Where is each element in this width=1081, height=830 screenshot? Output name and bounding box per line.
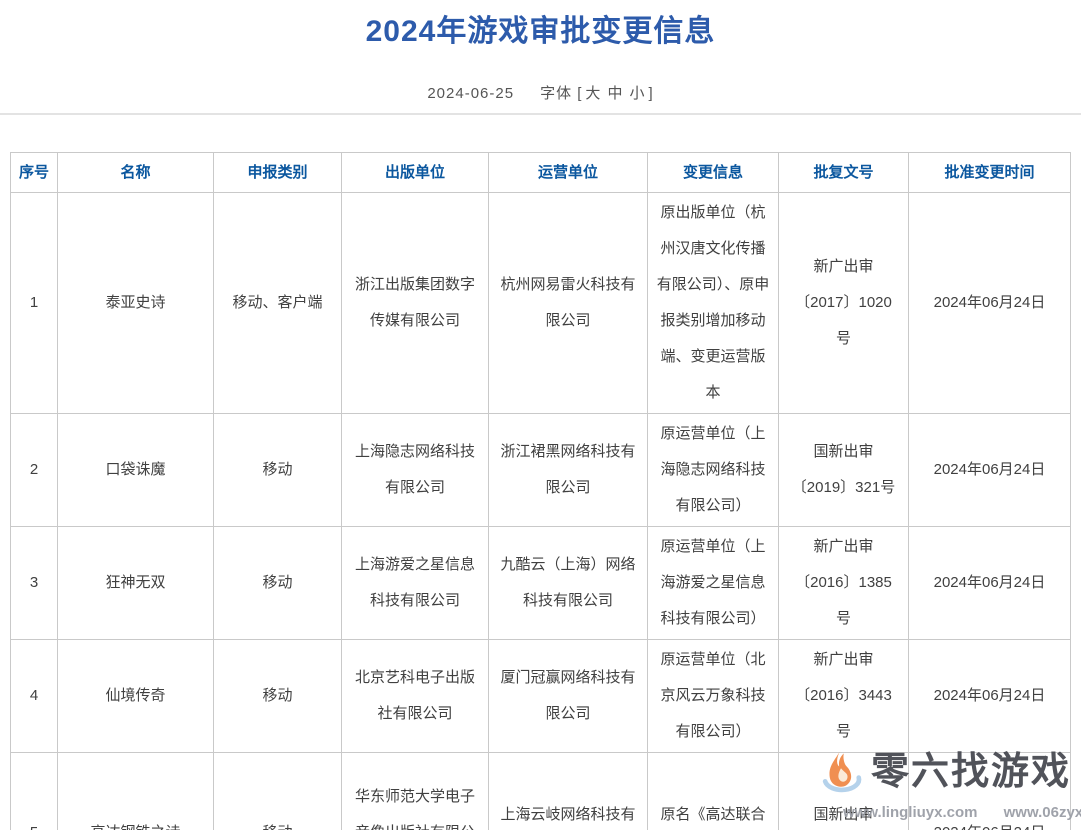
approval-table: 序号名称申报类别出版单位运营单位变更信息批复文号批准变更时间 1泰亚史诗移动、客… [10, 152, 1071, 830]
cell-approval-date: 2024年06月24日 [909, 640, 1071, 753]
page-title: 2024年游戏审批变更信息 [0, 6, 1081, 50]
cell-publisher: 北京艺科电子出版社有限公司 [342, 640, 489, 753]
cell-approval-number: 国新出审 〔2024〕273号 [779, 753, 909, 830]
font-size-option-2[interactable]: 中 [607, 85, 623, 102]
cell-name: 泰亚史诗 [58, 193, 214, 414]
cell-approval-number: 新广出审 〔2016〕1385 号 [779, 527, 909, 640]
cell-index: 2 [11, 414, 58, 527]
cell-publisher: 浙江出版集团数字传媒有限公司 [342, 193, 489, 414]
cell-index: 4 [11, 640, 58, 753]
table-row: 2口袋诛魔移动上海隐志网络科技有限公司浙江裙黑网络科技有限公司原运营单位（上海隐… [11, 414, 1071, 527]
cell-index: 1 [11, 193, 58, 414]
cell-name: 高达钢铁之诗 [58, 753, 214, 830]
cell-change-info: 原名《高达联合行动》 [648, 753, 779, 830]
cell-category: 移动、客户端 [214, 193, 342, 414]
cell-operator: 杭州网易雷火科技有限公司 [489, 193, 648, 414]
page-header: 2024年游戏审批变更信息 2024-06-25 字体 [大中小] [0, 0, 1081, 103]
cell-publisher: 华东师范大学电子音像出版社有限公司 [342, 753, 489, 830]
cell-category: 移动 [214, 527, 342, 640]
font-size-options: 大中小 [582, 85, 648, 102]
cell-approval-date: 2024年06月24日 [909, 753, 1071, 830]
cell-operator: 上海云岐网络科技有限公司 [489, 753, 648, 830]
cell-operator: 九酷云（上海）网络科技有限公司 [489, 527, 648, 640]
cell-approval-number: 新广出审 〔2016〕3443 号 [779, 640, 909, 753]
cell-name: 狂神无双 [58, 527, 214, 640]
cell-operator: 浙江裙黑网络科技有限公司 [489, 414, 648, 527]
cell-change-info: 原运营单位（上海游爱之星信息科技有限公司） [648, 527, 779, 640]
cell-approval-number: 新广出审 〔2017〕1020 号 [779, 193, 909, 414]
table-row: 5高达钢铁之诗移动华东师范大学电子音像出版社有限公司上海云岐网络科技有限公司原名… [11, 753, 1071, 830]
cell-publisher: 上海隐志网络科技有限公司 [342, 414, 489, 527]
font-size-option-3[interactable]: 小 [629, 85, 645, 102]
column-header-name: 名称 [58, 153, 214, 193]
font-size-bracket-close: ] [648, 85, 653, 102]
font-size-label: 字体 [ [540, 85, 582, 102]
column-header-category: 申报类别 [214, 153, 342, 193]
column-header-approval-number: 批复文号 [779, 153, 909, 193]
cell-change-info: 原运营单位（上海隐志网络科技有限公司） [648, 414, 779, 527]
cell-approval-date: 2024年06月24日 [909, 193, 1071, 414]
cell-name: 口袋诛魔 [58, 414, 214, 527]
cell-index: 3 [11, 527, 58, 640]
cell-change-info: 原运营单位（北京风云万象科技有限公司） [648, 640, 779, 753]
cell-approval-number: 国新出审 〔2019〕321号 [779, 414, 909, 527]
table-row: 4仙境传奇移动北京艺科电子出版社有限公司厦门冠赢网络科技有限公司原运营单位（北京… [11, 640, 1071, 753]
cell-category: 移动 [214, 414, 342, 527]
cell-category: 移动 [214, 640, 342, 753]
font-size-control: 字体 [大中小] [540, 85, 654, 102]
cell-operator: 厦门冠赢网络科技有限公司 [489, 640, 648, 753]
column-header-approval-date: 批准变更时间 [909, 153, 1071, 193]
cell-approval-date: 2024年06月24日 [909, 527, 1071, 640]
table-row: 1泰亚史诗移动、客户端浙江出版集团数字传媒有限公司杭州网易雷火科技有限公司原出版… [11, 193, 1071, 414]
header-divider [0, 113, 1081, 115]
font-size-option-1[interactable]: 大 [585, 85, 601, 102]
cell-name: 仙境传奇 [58, 640, 214, 753]
column-header-operator: 运营单位 [489, 153, 648, 193]
table-header-row: 序号名称申报类别出版单位运营单位变更信息批复文号批准变更时间 [11, 153, 1071, 193]
subtitle-line: 2024-06-25 字体 [大中小] [0, 82, 1081, 103]
publish-date: 2024-06-25 [427, 85, 514, 102]
cell-category: 移动 [214, 753, 342, 830]
cell-index: 5 [11, 753, 58, 830]
column-header-publisher: 出版单位 [342, 153, 489, 193]
cell-change-info: 原出版单位（杭州汉唐文化传播有限公司）、原申报类别增加移动端、变更运营版本 [648, 193, 779, 414]
cell-approval-date: 2024年06月24日 [909, 414, 1071, 527]
cell-publisher: 上海游爱之星信息科技有限公司 [342, 527, 489, 640]
table-row: 3狂神无双移动上海游爱之星信息科技有限公司九酷云（上海）网络科技有限公司原运营单… [11, 527, 1071, 640]
column-header-change-info: 变更信息 [648, 153, 779, 193]
column-header-index: 序号 [11, 153, 58, 193]
